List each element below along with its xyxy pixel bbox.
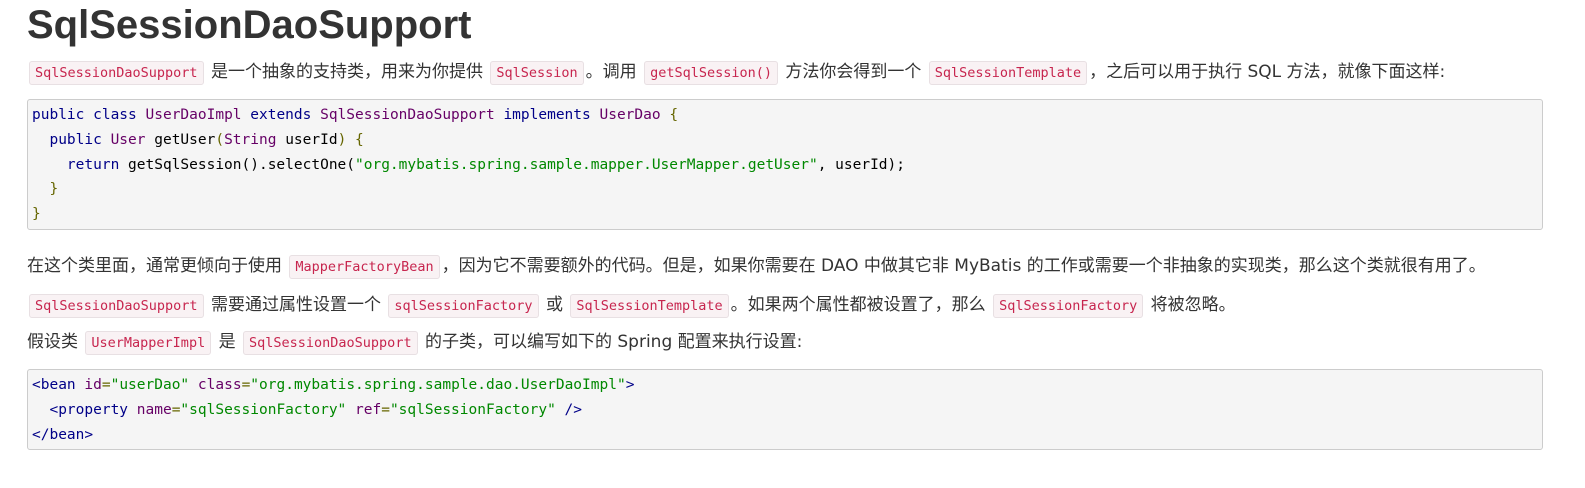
code-token: /> xyxy=(555,401,583,418)
paragraph-text: 在这个类里面，通常更倾向于使用 xyxy=(27,256,288,276)
inline-code: SqlSessionFactory xyxy=(993,294,1144,318)
paragraph-intro: SqlSessionDaoSupport 是一个抽象的支持类，用来为你提供 Sq… xyxy=(27,60,1445,85)
inline-code: getSqlSession() xyxy=(644,61,778,85)
code-token: { xyxy=(660,107,679,123)
code-token: ) { xyxy=(337,131,364,148)
java-code-block[interactable]: public class UserDaoImpl extends SqlSess… xyxy=(27,99,1543,230)
inline-code: UserMapperImpl xyxy=(85,331,212,355)
code-token: , userId); xyxy=(817,156,906,173)
code-token: "org.mybatis.spring.sample.dao.UserDaoIm… xyxy=(250,377,626,393)
inline-code: MapperFactoryBean xyxy=(289,255,440,279)
code-token: "sqlSessionFactory" xyxy=(180,401,347,418)
code-line: } xyxy=(32,206,41,223)
code-token: "userDao" xyxy=(110,377,190,393)
paragraph-text: 假设类 xyxy=(27,332,84,352)
paragraph-usage: 在这个类里面，通常更倾向于使用 MapperFactoryBean ，因为它不需要… xyxy=(27,254,1486,279)
code-token: public class xyxy=(32,107,146,123)
code-token: UserDaoImpl xyxy=(145,107,242,123)
code-token: extends xyxy=(241,107,321,123)
paragraph-text: 是 xyxy=(213,332,242,352)
paragraph-text: ，之后可以用于执行 SQL 方法，就像下面这样: xyxy=(1089,62,1446,82)
paragraph-text: 将被忽略。 xyxy=(1145,295,1236,315)
paragraph-properties: SqlSessionDaoSupport 需要通过属性设置一个 sqlSessi… xyxy=(27,293,1236,318)
code-line: </bean> xyxy=(32,426,94,443)
paragraph-text: 。如果两个属性都被设置了，那么 xyxy=(730,295,992,315)
inline-code: sqlSessionFactory xyxy=(388,294,539,318)
xml-code-block[interactable]: <bean id="userDao" class="org.mybatis.sp… xyxy=(27,369,1543,450)
page-title: SqlSessionDaoSupport xyxy=(27,3,472,47)
code-token: String xyxy=(224,131,277,148)
code-line: public User getUser(String userId) { xyxy=(32,128,1538,153)
inline-code: SqlSessionDaoSupport xyxy=(29,61,204,85)
code-token: name xyxy=(128,401,172,418)
code-token: class xyxy=(189,377,242,393)
inline-code: SqlSessionTemplate xyxy=(570,294,729,318)
code-token: ( xyxy=(215,131,225,148)
paragraph-text: 或 xyxy=(540,295,569,315)
code-token: <property xyxy=(32,401,129,418)
code-token: = xyxy=(381,401,390,418)
inline-code: SqlSessionDaoSupport xyxy=(29,294,204,318)
code-token: return xyxy=(32,156,129,173)
code-token: "sqlSessionFactory" xyxy=(389,401,556,418)
code-token: <bean xyxy=(32,377,76,393)
code-line: } xyxy=(32,181,59,198)
doc-page: SqlSessionDaoSupport SqlSessionDaoSuppor… xyxy=(0,0,1585,488)
code-token: getUser xyxy=(145,131,216,148)
code-line: <property name="sqlSessionFactory" ref="… xyxy=(32,398,1538,423)
code-token: > xyxy=(625,377,635,393)
code-token: UserDao xyxy=(599,107,661,123)
paragraph-config: 假设类 UserMapperImpl 是 SqlSessionDaoSuppor… xyxy=(27,330,802,355)
paragraph-text: 的子类，可以编写如下的 Spring 配置来执行设置: xyxy=(419,332,803,352)
code-token: "org.mybatis.spring.sample.mapper.UserMa… xyxy=(355,156,818,173)
paragraph-text: 。调用 xyxy=(585,62,643,82)
code-line: return getSqlSession().selectOne("org.my… xyxy=(32,153,1538,178)
code-token: public xyxy=(32,131,111,148)
code-line: <bean id="userDao" class="org.mybatis.sp… xyxy=(32,373,1538,398)
code-token: ref xyxy=(346,401,382,418)
code-token: id xyxy=(75,377,102,393)
inline-code: SqlSessionTemplate xyxy=(928,61,1088,85)
code-token: = xyxy=(101,377,111,393)
code-token: = xyxy=(241,377,251,393)
code-token: getSqlSession().selectOne( xyxy=(128,156,356,173)
inline-code: SqlSessionDaoSupport xyxy=(243,331,418,355)
code-line: public class UserDaoImpl extends SqlSess… xyxy=(32,103,1538,128)
code-token: userId xyxy=(276,131,338,148)
code-token: SqlSessionDaoSupport xyxy=(320,107,495,123)
code-token: User xyxy=(110,131,146,148)
paragraph-text: ，因为它不需要额外的代码。但是，如果你需要在 DAO 中做其它非 MyBatis… xyxy=(441,256,1486,276)
paragraph-text: 是一个抽象的支持类，用来为你提供 xyxy=(205,62,489,82)
inline-code: SqlSession xyxy=(490,61,584,85)
paragraph-text: 方法你会得到一个 xyxy=(779,62,927,82)
code-token: implements xyxy=(494,107,600,123)
paragraph-text: 需要通过属性设置一个 xyxy=(205,295,387,315)
